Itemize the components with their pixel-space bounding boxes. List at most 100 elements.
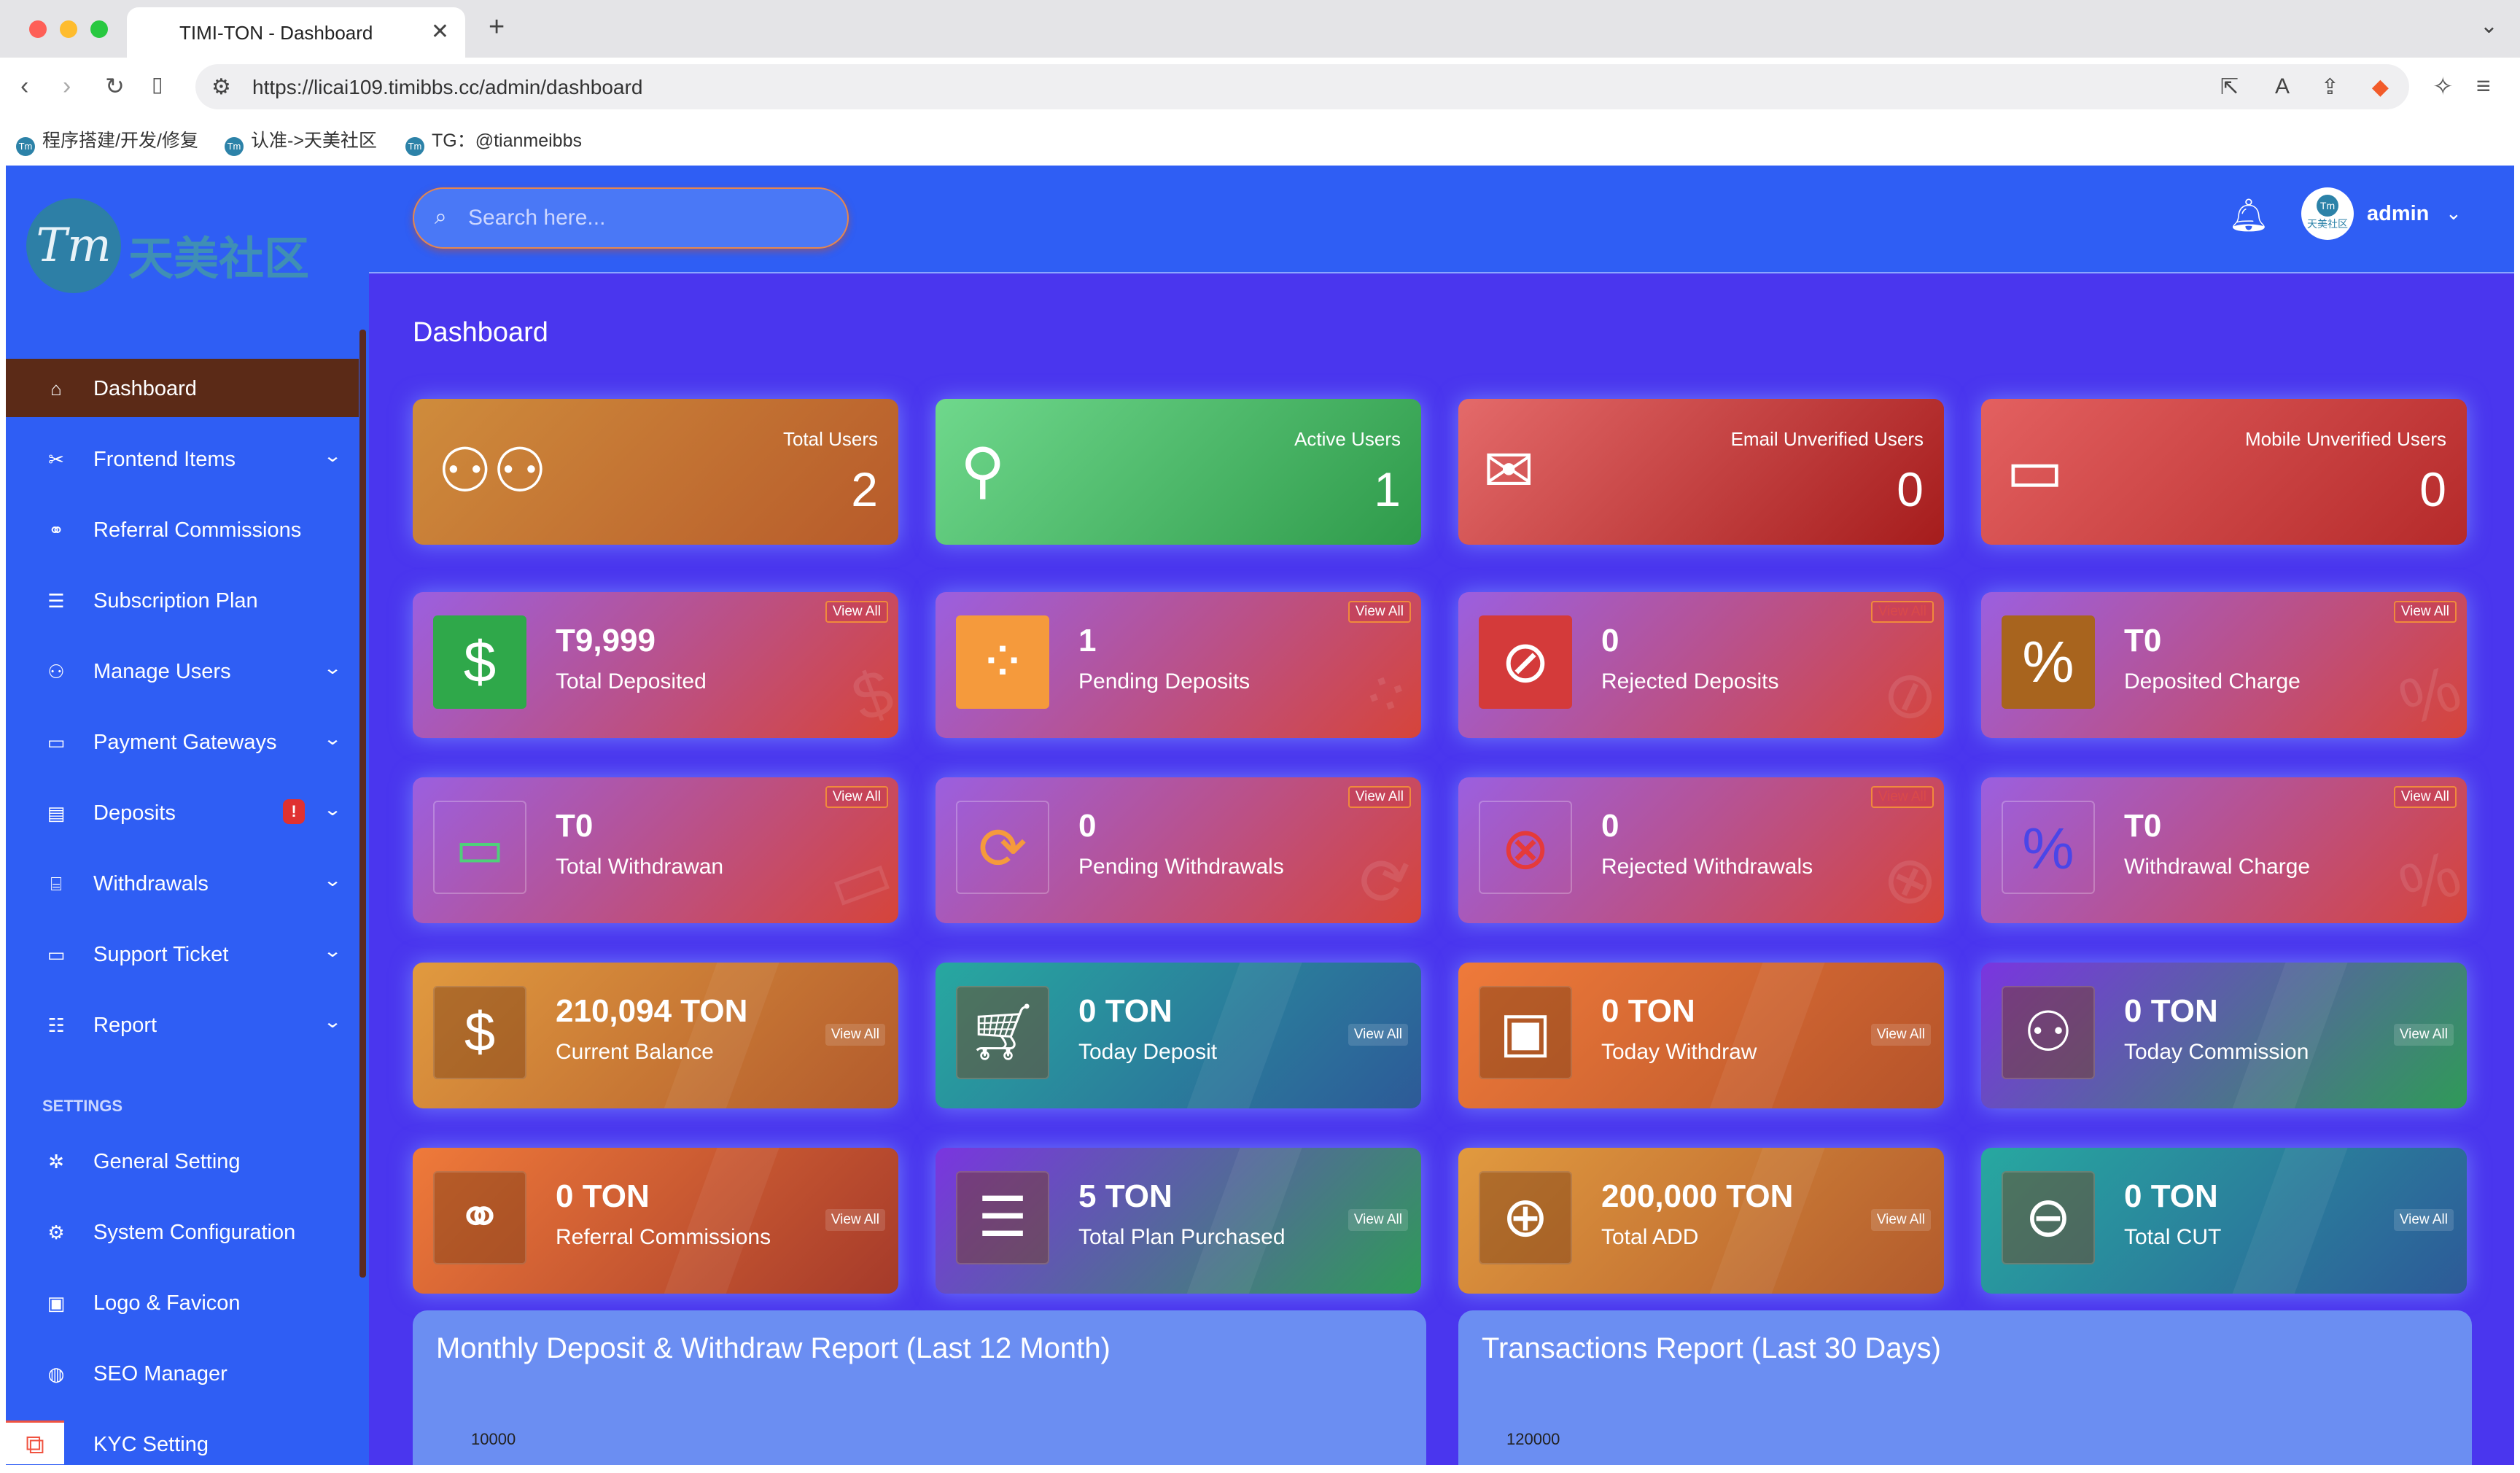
- view-all-button[interactable]: View All: [1348, 1024, 1408, 1046]
- today-withdraw-card: ▣ 0 TON Today Withdraw View All: [1458, 963, 1944, 1108]
- bell-icon[interactable]: 🔔︎: [2228, 196, 2269, 234]
- tools-icon: ✂: [48, 448, 64, 470]
- tm-favicon-icon: Tm: [16, 137, 35, 156]
- rejected-withdrawals-card: ⊗ 0 Rejected Withdrawals View All ⊗: [1458, 777, 1944, 923]
- minus-circle-icon: ⊖: [2002, 1171, 2095, 1264]
- site-settings-icon[interactable]: ⚙: [211, 74, 231, 100]
- sidebar-item-support-ticket[interactable]: ▭ Support Ticket ⌄: [6, 925, 359, 983]
- browser-nav-bar: ‹ › ↻ ▯ ⚙ https://licai109.timibbs.cc/ad…: [0, 58, 2520, 115]
- url-text: https://licai109.timibbs.cc/admin/dashbo…: [252, 76, 643, 98]
- sidebar-item-deposits[interactable]: ▤ Deposits ! ⌄: [6, 783, 359, 842]
- back-icon[interactable]: ‹: [20, 72, 28, 101]
- view-all-button[interactable]: View All: [1870, 786, 1934, 808]
- sidebar-item-subscription-plan[interactable]: ☰ Subscription Plan: [6, 571, 359, 629]
- y-axis-tick: 120000: [1506, 1430, 1560, 1448]
- view-all-button[interactable]: View All: [1348, 786, 1411, 808]
- open-external-icon[interactable]: ⇱: [2220, 74, 2239, 100]
- ai-assistant-icon[interactable]: ✧: [2432, 72, 2454, 101]
- close-window-icon[interactable]: [29, 20, 47, 38]
- view-all-button[interactable]: View All: [825, 1209, 885, 1231]
- site-logo[interactable]: Tm 天美社区: [26, 198, 354, 293]
- search-input[interactable]: [468, 203, 818, 233]
- card-sheen: [654, 1148, 784, 1294]
- spinner-icon: ⁘: [956, 615, 1049, 709]
- view-all-button[interactable]: View All: [2393, 1209, 2454, 1231]
- monthly-report-chart-card: Monthly Deposit & Withdraw Report (Last …: [413, 1310, 1426, 1465]
- view-all-button[interactable]: View All: [1870, 1209, 1931, 1231]
- search-box[interactable]: ⌕: [413, 187, 849, 249]
- chevron-down-icon: ⌄: [322, 941, 343, 961]
- forward-icon[interactable]: ›: [63, 72, 71, 101]
- view-all-button[interactable]: View All: [825, 786, 888, 808]
- active-users-card[interactable]: ⚲ Active Users 1: [936, 399, 1421, 545]
- card-sheen: [1177, 963, 1307, 1108]
- view-all-button[interactable]: View All: [825, 601, 888, 623]
- sidebar-item-logo-favicon[interactable]: ▣ Logo & Favicon: [6, 1273, 359, 1332]
- view-all-button[interactable]: View All: [2393, 786, 2457, 808]
- reload-icon[interactable]: ↻: [105, 72, 125, 100]
- minimize-window-icon[interactable]: [60, 20, 77, 38]
- card-sheen: [1700, 963, 1829, 1108]
- username[interactable]: admin: [2367, 202, 2429, 226]
- brave-shield-icon[interactable]: ◆: [2372, 74, 2389, 100]
- admin-app: Tm 天美社区 ⌂ Dashboard ✂ Frontend Items ⌄ ⚭…: [6, 166, 2514, 1465]
- sidebar-scrollbar[interactable]: [359, 330, 366, 1278]
- sidebar-item-manage-users[interactable]: ⚇ Manage Users ⌄: [6, 642, 359, 700]
- mobile-unverified-card[interactable]: ▭ Mobile Unverified Users 0: [1981, 399, 2467, 545]
- sidebar-item-report[interactable]: ☷ Report ⌄: [6, 995, 359, 1054]
- total-users-card[interactable]: ⚇⚇ Total Users 2: [413, 399, 898, 545]
- view-all-button[interactable]: View All: [1870, 1024, 1931, 1046]
- sidebar-item-referral-commissions[interactable]: ⚭ Referral Commissions: [6, 500, 359, 559]
- close-tab-icon[interactable]: ✕: [431, 19, 449, 44]
- sidebar-item-withdrawals[interactable]: ⌸ Withdrawals ⌄: [6, 854, 359, 912]
- today-commission-card: ⚇ 0 TON Today Commission View All: [1981, 963, 2467, 1108]
- search-icon: ⌕: [435, 205, 447, 229]
- chevron-down-icon: ⌄: [322, 871, 343, 890]
- total-withdrawn-card: ▭ T0 Total Withdrawan View All ▭: [413, 777, 898, 923]
- sidebar-item-dashboard[interactable]: ⌂ Dashboard: [6, 359, 359, 417]
- document-icon: ▤: [47, 802, 66, 824]
- chevron-down-icon: ⌄: [322, 658, 343, 678]
- translate-icon[interactable]: A: [2275, 74, 2290, 99]
- main-content: Dashboard ⚇⚇ Total Users 2 ⚲ Active User…: [369, 275, 2514, 1465]
- view-all-button[interactable]: View All: [1348, 601, 1411, 623]
- laravel-debug-icon[interactable]: ⧉: [6, 1420, 64, 1464]
- browser-tab[interactable]: TIMI-TON - Dashboard ✕: [127, 7, 465, 58]
- chevron-down-icon[interactable]: ⌄: [2446, 202, 2462, 225]
- maximize-window-icon[interactable]: [90, 20, 108, 38]
- bookmarks-bar: Tm 程序搭建/开发/修复 Tm 认准->天美社区 Tm TG：@tianmeibbs: [0, 115, 2520, 160]
- address-bar[interactable]: ⚙ https://licai109.timibbs.cc/admin/dash…: [195, 64, 2409, 109]
- sidebar-item-seo-manager[interactable]: ◍ SEO Manager: [6, 1344, 359, 1402]
- spinner-watermark-icon: ⁘: [1348, 652, 1421, 738]
- sidebar-item-payment-gateways[interactable]: ▭ Payment Gateways ⌄: [6, 712, 359, 771]
- menu-icon[interactable]: ≡: [2476, 72, 2491, 101]
- bookmark-item[interactable]: Tm 认准->天美社区: [225, 126, 377, 156]
- ban-icon: ⊘: [1479, 615, 1572, 709]
- sidebar-item-system-configuration[interactable]: ⚙ System Configuration: [6, 1202, 359, 1261]
- hand-dollar-icon: $: [433, 986, 526, 1079]
- sidebar-item-frontend-items[interactable]: ✂ Frontend Items ⌄: [6, 430, 359, 488]
- sync-icon: ⟳: [956, 801, 1049, 894]
- plus-circle-icon: ⊕: [1479, 1171, 1572, 1264]
- avatar[interactable]: Tm 天美社区: [2301, 187, 2354, 240]
- alert-badge: !: [283, 799, 305, 824]
- total-add-card: ⊕ 200,000 TON Total ADD View All: [1458, 1148, 1944, 1294]
- view-all-button[interactable]: View All: [825, 1024, 885, 1046]
- avatar-logo-mark: Tm: [2317, 195, 2338, 217]
- view-all-button[interactable]: View All: [1870, 601, 1934, 623]
- sidebar-item-general-setting[interactable]: ✲ General Setting: [6, 1132, 359, 1190]
- bookmark-icon[interactable]: ▯: [152, 72, 163, 96]
- today-deposit-card: 🛒︎ 0 TON Today Deposit View All: [936, 963, 1421, 1108]
- tab-list-chevron-icon[interactable]: ⌄: [2480, 13, 2498, 39]
- view-all-button[interactable]: View All: [2393, 1024, 2454, 1046]
- chevron-down-icon: ⌄: [322, 446, 343, 466]
- bookmark-item[interactable]: Tm TG：@tianmeibbs: [405, 126, 582, 156]
- view-all-button[interactable]: View All: [1348, 1209, 1408, 1231]
- email-unverified-card[interactable]: ✉ Email Unverified Users 0: [1458, 399, 1944, 545]
- share-icon[interactable]: ⇪: [2321, 74, 2339, 100]
- logo-mark: Tm: [26, 198, 121, 293]
- view-all-button[interactable]: View All: [2393, 601, 2457, 623]
- bookmark-item[interactable]: Tm 程序搭建/开发/修复: [16, 126, 198, 156]
- cart-plus-icon: 🛒︎: [956, 986, 1049, 1079]
- new-tab-icon[interactable]: +: [489, 12, 505, 43]
